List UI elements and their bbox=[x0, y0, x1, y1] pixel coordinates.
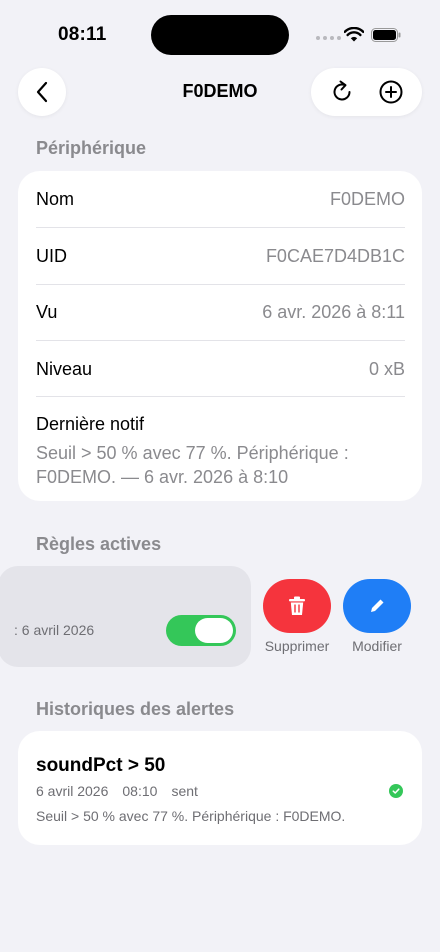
alert-date: 6 avril 2026 bbox=[36, 783, 109, 799]
device-info-card: Nom F0DEMO UID F0CAE7D4DB1C Vu 6 avr. 20… bbox=[18, 171, 422, 501]
toggle-knob bbox=[195, 618, 233, 643]
rule-row[interactable]: : 6 avril 2026 bbox=[0, 566, 251, 667]
rule-toggle[interactable] bbox=[166, 615, 236, 646]
device-section-header: Périphérique bbox=[36, 138, 147, 158]
wifi-icon bbox=[344, 27, 364, 42]
device-row-level: Niveau 0 xB bbox=[36, 341, 405, 397]
row-value: F0CAE7D4DB1C bbox=[265, 245, 405, 266]
row-value: F0DEMO bbox=[329, 188, 405, 209]
history-section-header: Historiques des alertes bbox=[36, 699, 235, 719]
delete-button[interactable] bbox=[263, 579, 331, 633]
plus-circle-icon bbox=[379, 80, 403, 104]
alert-status: sent bbox=[171, 783, 198, 799]
row-label: Nom bbox=[36, 188, 75, 209]
divider bbox=[36, 396, 405, 397]
status-time: 08:11 bbox=[58, 24, 107, 45]
nav-actions bbox=[311, 68, 422, 116]
rules-section-header: Règles actives bbox=[36, 534, 162, 554]
alert-title: soundPct > 50 bbox=[36, 755, 166, 776]
row-label: Vu bbox=[36, 301, 58, 322]
alert-meta: 6 avril 2026 08:10 sent bbox=[36, 783, 198, 799]
pencil-icon bbox=[371, 599, 384, 612]
add-button[interactable] bbox=[377, 78, 405, 106]
row-value: 0 xB bbox=[368, 358, 405, 379]
device-row-seen: Vu 6 avr. 2026 à 8:11 bbox=[36, 284, 405, 340]
refresh-icon bbox=[333, 80, 351, 101]
refresh-button[interactable] bbox=[328, 78, 356, 106]
cellular-signal-icon bbox=[316, 36, 341, 40]
trash-icon bbox=[289, 596, 305, 615]
chevron-left-icon bbox=[36, 81, 48, 103]
alert-history-item[interactable]: soundPct > 50 6 avril 2026 08:10 sent Se… bbox=[18, 731, 422, 845]
check-circle-icon bbox=[389, 784, 403, 798]
page-title: F0DEMO bbox=[182, 81, 258, 101]
alert-time: 08:10 bbox=[122, 783, 158, 799]
row-label: Niveau bbox=[36, 358, 93, 379]
delete-label: Supprimer bbox=[264, 638, 330, 654]
edit-button[interactable] bbox=[343, 579, 411, 633]
last-notif-label: Dernière notif bbox=[36, 414, 145, 434]
last-notif-text: Seuil > 50 % avec 77 %. Périphérique : F… bbox=[36, 443, 349, 487]
device-row-name: Nom F0DEMO bbox=[36, 171, 405, 227]
back-button[interactable] bbox=[18, 68, 66, 116]
battery-icon bbox=[371, 28, 401, 42]
device-row-uid: UID F0CAE7D4DB1C bbox=[36, 228, 405, 284]
rule-date: : 6 avril 2026 bbox=[14, 622, 95, 638]
row-label: UID bbox=[36, 245, 67, 266]
row-value: 6 avr. 2026 à 8:11 bbox=[262, 301, 405, 322]
alert-message: Seuil > 50 % avec 77 %. Périphérique : F… bbox=[36, 808, 346, 824]
dynamic-island bbox=[151, 15, 289, 55]
status-bar: 08:11 bbox=[0, 0, 440, 64]
edit-label: Modifier bbox=[352, 638, 402, 654]
